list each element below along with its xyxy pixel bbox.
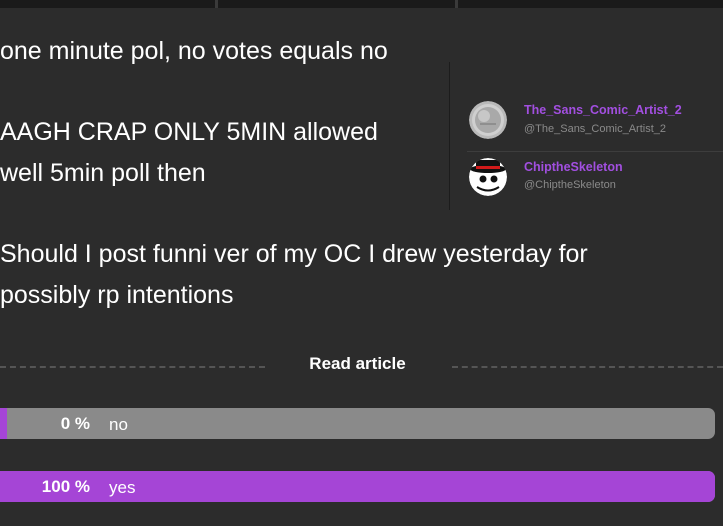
username[interactable]: ChiptheSkeleton <box>524 160 623 174</box>
poll-percent: 0 % <box>60 414 90 433</box>
silver-coin-avatar-icon[interactable] <box>469 101 507 139</box>
mentioned-users-panel: The_Sans_Comic_Artist_2 @The_Sans_Comic_… <box>449 62 723 210</box>
user-row[interactable]: ChiptheSkeleton @ChiptheSkeleton <box>450 154 723 216</box>
post-text-line: AAGH CRAP ONLY 5MIN allowed <box>0 118 378 146</box>
poll-option-label: yes <box>109 478 136 497</box>
read-article-divider: Read article <box>0 350 723 380</box>
post-text-line: one minute pol, no votes equals no <box>0 37 388 65</box>
user-handle: @The_Sans_Comic_Artist_2 <box>524 123 667 135</box>
dashed-divider <box>0 366 265 368</box>
top-strip <box>0 0 723 8</box>
dashed-divider <box>452 366 723 368</box>
skeleton-fedora-avatar-icon[interactable] <box>469 158 507 196</box>
read-article-link[interactable]: Read article <box>285 354 430 374</box>
strip-divider <box>455 0 458 8</box>
post-text-line: well 5min poll then <box>0 159 206 187</box>
poll-percent: 100 % <box>41 477 90 496</box>
poll-option-yes[interactable]: 100 % yes <box>0 471 715 502</box>
user-handle: @ChiptheSkeleton <box>524 179 616 191</box>
divider <box>467 151 723 152</box>
username[interactable]: The_Sans_Comic_Artist_2 <box>524 103 682 117</box>
poll-option-no[interactable]: 0 % no <box>0 408 715 439</box>
post-text-line: possibly rp intentions <box>0 281 234 309</box>
poll-option-label: no <box>109 415 128 434</box>
post-text-line: Should I post funni ver of my OC I drew … <box>0 240 588 268</box>
poll-post-page: one minute pol, no votes equals no AAGH … <box>0 0 723 526</box>
strip-divider <box>215 0 218 8</box>
poll-result-fill <box>0 471 715 502</box>
user-row[interactable]: The_Sans_Comic_Artist_2 @The_Sans_Comic_… <box>450 86 723 148</box>
